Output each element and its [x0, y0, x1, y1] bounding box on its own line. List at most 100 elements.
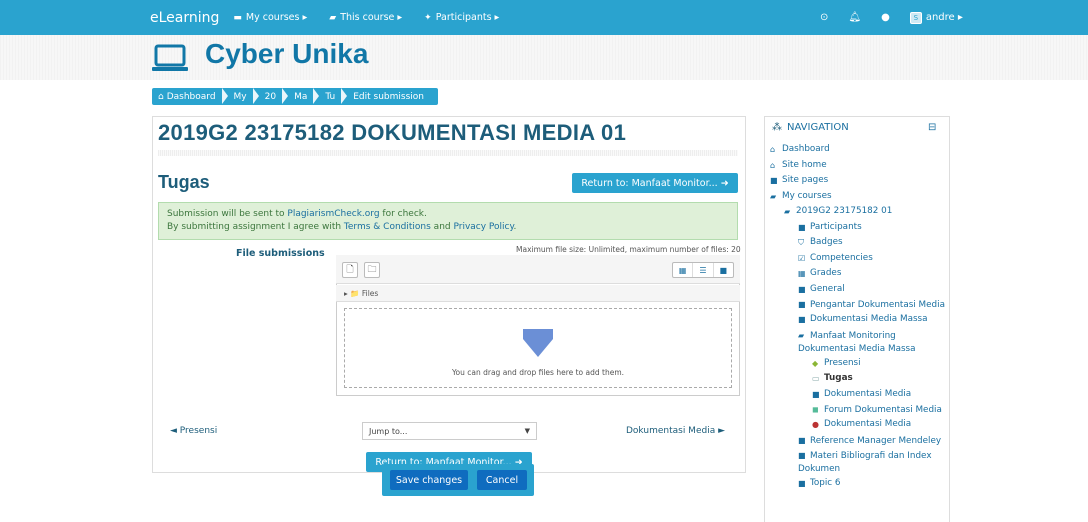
nav-site-home[interactable]: ⌂ Site home: [770, 158, 945, 174]
next-activity-link[interactable]: Dokumentasi Media ►: [626, 426, 725, 436]
save-changes-button[interactable]: Save changes: [390, 470, 468, 490]
breadcrumb-tu[interactable]: Tu: [319, 88, 341, 105]
home-icon: ⌂: [158, 91, 164, 102]
nav-item-label: Dokumentasi Media: [824, 419, 912, 429]
laptop-icon: [152, 44, 188, 71]
nav-participants[interactable]: ✦ Participants ▸: [424, 12, 499, 23]
folder-icon: ■: [770, 176, 778, 185]
grid-view-icon[interactable]: ▦: [673, 263, 694, 277]
nav-dokumentasi-plagiarism[interactable]: ● Dokumentasi Media: [770, 417, 945, 433]
attendance-icon: ◆: [812, 358, 819, 368]
privacy-link[interactable]: Privacy Policy: [453, 222, 513, 232]
download-arrow-icon: [523, 329, 553, 357]
site-title[interactable]: Cyber Unika: [205, 38, 368, 70]
nav-presensi[interactable]: ◆ Presensi: [770, 356, 945, 372]
nav-my-courses[interactable]: ▰ My courses: [770, 189, 945, 205]
nav-item-label: Manfaat Monitoring Dokumentasi Media Mas…: [798, 330, 916, 354]
nav-my-courses[interactable]: ▬ My courses ▸: [233, 12, 307, 23]
plagiarism-icon: ●: [812, 420, 819, 429]
folder-icon: ■: [798, 478, 806, 488]
nav-this-course-label: This course ▸: [340, 12, 403, 23]
folder-open-icon: ▰: [798, 330, 805, 340]
breadcrumb-ma[interactable]: Ma: [288, 88, 313, 105]
cancel-button[interactable]: Cancel: [477, 470, 527, 490]
breadcrumb-20[interactable]: 20: [259, 88, 282, 105]
nav-item-label: Dashboard: [782, 144, 830, 154]
nav-section-media-massa[interactable]: ■ Dokumentasi Media Massa: [770, 312, 945, 328]
collapse-icon[interactable]: ⊟: [928, 122, 936, 133]
folder-quiz-icon: ■: [812, 389, 820, 399]
breadcrumb-my[interactable]: My: [228, 88, 253, 105]
settings-icon[interactable]: ⊙: [820, 12, 828, 23]
nav-section-pengantar[interactable]: ■ Pengantar Dokumentasi Media: [770, 297, 945, 312]
nav-topic-6[interactable]: ■ Topic 6: [770, 476, 945, 492]
nav-item-label: Grades: [810, 268, 842, 278]
page-heading: Tugas: [158, 172, 210, 192]
return-to-section-button[interactable]: Return to: Manfaat Monitor... ➜: [572, 173, 738, 193]
nav-competencies[interactable]: ☑ Competencies: [770, 251, 945, 267]
nav-item-label: Badges: [810, 237, 843, 247]
shield-icon: ⛉: [798, 238, 804, 247]
prev-activity-link[interactable]: ◄ Presensi: [170, 426, 217, 436]
table-icon: ▦: [798, 269, 806, 278]
add-file-icon[interactable]: 🗋: [342, 262, 358, 278]
nav-item-label: Reference Manager Mendeley: [810, 435, 942, 446]
nav-section-materi[interactable]: ■ Materi Bibliografi dan Index Dokumen: [770, 448, 945, 476]
nav-item-label: 2019G2 23175182 01: [796, 206, 893, 216]
navigation-tree: ⌂ Dashboard ⌂ Site home ■ Site pages ▰ My co…: [770, 142, 945, 491]
nav-item-label: Tugas: [824, 373, 853, 383]
notice-text: .: [513, 222, 517, 232]
folder-open-icon: ▰: [770, 191, 777, 201]
chevron-down-icon: ▼: [524, 427, 530, 435]
view-switcher: ▦ ☰ ■: [672, 262, 734, 278]
navigation-title: NAVIGATION: [787, 122, 849, 133]
breadcrumb-dashboard[interactable]: ⌂ Dashboard: [152, 88, 222, 105]
brand-link[interactable]: eLearning: [150, 10, 219, 26]
nav-item-label: Site home: [782, 159, 827, 170]
nav-dokumentasi-quiz[interactable]: ■ Dokumentasi Media: [770, 387, 945, 403]
folder-icon: ■: [798, 315, 806, 324]
nav-dashboard[interactable]: ⌂ Dashboard: [770, 142, 945, 158]
notice-text: for check.: [379, 209, 427, 219]
plagiarism-notice: Submission will be sent to PlagiarismChe…: [158, 202, 738, 240]
chat-icon[interactable]: ●: [881, 12, 890, 23]
breadcrumb-label: Dashboard: [166, 91, 216, 102]
jump-to-value: Jump to...: [369, 427, 408, 436]
forum-icon: ◼: [812, 405, 819, 414]
sitemap-icon: ⁂: [772, 122, 782, 133]
assignment-icon: ▭: [812, 374, 820, 383]
course-title: 2019G2 23175182 DOKUMENTASI MEDIA 01: [158, 120, 627, 145]
nav-grades[interactable]: ▦ Grades: [770, 266, 945, 282]
navigation-header: ⁂ NAVIGATION: [772, 122, 849, 133]
nav-general[interactable]: ■ General: [770, 282, 945, 298]
plagiarismcheck-link[interactable]: PlagiarismCheck.org: [287, 209, 379, 219]
file-path[interactable]: ▸ 📁 Files: [336, 285, 740, 302]
nav-tugas-current[interactable]: ▭ Tugas: [770, 371, 945, 387]
home-icon: ⌂: [770, 160, 776, 170]
tree-view-icon[interactable]: ■: [714, 263, 733, 277]
nav-badges[interactable]: ⛉ Badges: [770, 235, 945, 251]
monitor-icon: ▬: [233, 12, 242, 23]
nav-item-label: Competencies: [810, 252, 873, 263]
folder-icon: ■: [798, 450, 806, 460]
nav-this-course[interactable]: ▰ This course ▸: [329, 12, 402, 23]
nav-course[interactable]: ▰ 2019G2 23175182 01: [770, 204, 945, 220]
terms-link[interactable]: Terms & Conditions: [344, 222, 431, 232]
avatar[interactable]: S: [909, 11, 922, 24]
user-menu[interactable]: andre ▸: [926, 12, 963, 23]
create-folder-icon[interactable]: 🗀: [364, 262, 380, 278]
nav-forum[interactable]: ◼ Forum Dokumentasi Media: [770, 402, 945, 417]
nav-section-reference[interactable]: ■ Reference Manager Mendeley: [770, 433, 945, 448]
book-icon: ▰: [329, 12, 337, 23]
breadcrumb-edit-submission[interactable]: Edit submission: [347, 88, 430, 105]
list-view-icon[interactable]: ☰: [693, 263, 714, 277]
check-square-icon: ☑: [798, 253, 806, 263]
jump-to-select[interactable]: Jump to... ▼: [362, 422, 537, 440]
bell-icon[interactable]: 🔔︎: [848, 12, 861, 23]
nav-section-manfaat[interactable]: ▰ Manfaat Monitoring Dokumentasi Media Ma…: [770, 328, 945, 356]
nav-site-pages[interactable]: ■ Site pages: [770, 173, 945, 189]
nav-participants[interactable]: ■ Participants: [770, 220, 945, 236]
drop-instructions: You can drag and drop files here to add …: [451, 368, 625, 377]
notice-text: By submitting assignment I agree with: [167, 222, 344, 232]
nav-item-label: General: [810, 283, 845, 294]
